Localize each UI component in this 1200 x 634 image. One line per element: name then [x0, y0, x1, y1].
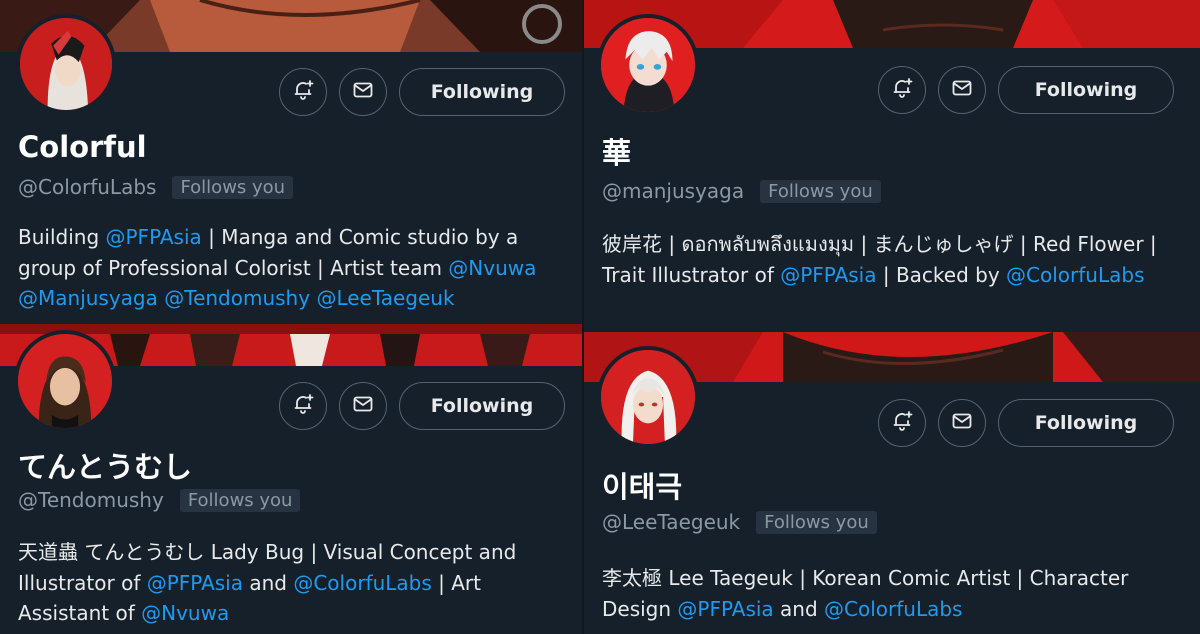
mention-link[interactable]: @PFPAsia: [147, 571, 243, 595]
display-name: Colorful: [18, 130, 147, 164]
profile-card-leetaegeuk: Following 이태극 @LeeTaegeuk Follows you 李太…: [583, 332, 1200, 634]
message-button[interactable]: [938, 66, 986, 114]
follows-you-badge: Follows you: [179, 488, 301, 512]
handle: @ColorfuLabs: [18, 175, 157, 199]
handle-row: @LeeTaegeuk Follows you: [602, 510, 877, 534]
bio: Building @PFPAsia | Manga and Comic stud…: [18, 222, 548, 314]
message-button[interactable]: [938, 399, 986, 447]
profile-card-colorful: Following Colorful @ColorfuLabs Follows …: [0, 0, 583, 324]
handle-row: @ColorfuLabs Follows you: [18, 175, 294, 199]
display-name: 華: [602, 136, 632, 170]
display-name: てんとうむし: [18, 450, 193, 484]
profile-actions: Following: [279, 382, 565, 430]
handle: @manjusyaga: [602, 179, 745, 203]
notify-button[interactable]: [878, 66, 926, 114]
bio: 彼岸花 | ดอกพลับพลึงแมงมุม | まんじゅしゃげ | Red …: [602, 229, 1162, 290]
following-button[interactable]: Following: [998, 399, 1174, 447]
notify-button[interactable]: [279, 68, 327, 116]
follows-you-badge: Follows you: [172, 175, 294, 199]
mention-link[interactable]: @Manjusyaga: [18, 286, 158, 310]
notify-button[interactable]: [878, 399, 926, 447]
avatar[interactable]: [16, 14, 116, 114]
message-button[interactable]: [339, 382, 387, 430]
avatar[interactable]: [597, 346, 699, 448]
following-button[interactable]: Following: [399, 382, 565, 430]
mention-link[interactable]: @Nvuwa: [141, 601, 229, 625]
mention-link[interactable]: @ColorfuLabs: [293, 571, 431, 595]
bio-text: Building: [18, 225, 106, 249]
mention-link[interactable]: @PFPAsia: [780, 263, 876, 287]
bio-text: and: [243, 570, 294, 595]
collage-divider-vertical: [582, 0, 584, 634]
mention-link[interactable]: @ColorfuLabs: [1006, 263, 1144, 287]
mail-icon: [950, 409, 974, 437]
mail-icon: [950, 76, 974, 104]
bio: 天道蟲 てんとうむし Lady Bug | Visual Concept and…: [18, 537, 548, 629]
bio-text: and: [773, 596, 825, 621]
mail-icon: [351, 78, 375, 106]
follows-you-badge: Follows you: [756, 510, 877, 534]
profile-actions: Following: [878, 66, 1174, 114]
follows-you-badge: Follows you: [760, 179, 881, 203]
notify-button[interactable]: [279, 382, 327, 430]
display-name: 이태극: [602, 470, 683, 504]
profile-card-tendomushy: Following てんとうむし @Tendomushy Follows you…: [0, 324, 583, 634]
profile-actions: Following: [279, 68, 565, 116]
following-button[interactable]: Following: [399, 68, 565, 116]
mention-link[interactable]: @Tendomushy: [164, 286, 310, 310]
bio: 李太極 Lee Taegeuk | Korean Comic Artist | …: [602, 563, 1182, 624]
handle: @LeeTaegeuk: [602, 510, 741, 534]
handle: @Tendomushy: [18, 488, 164, 512]
bio-text: | Backed by: [876, 262, 1007, 287]
profile-actions: Following: [878, 399, 1174, 447]
following-button[interactable]: Following: [998, 66, 1174, 114]
message-button[interactable]: [339, 68, 387, 116]
mail-icon: [351, 392, 375, 420]
mention-link[interactable]: @ColorfuLabs: [824, 597, 962, 621]
handle-row: @Tendomushy Follows you: [18, 488, 301, 512]
bell-plus-icon: [890, 409, 914, 437]
mention-link[interactable]: @LeeTaegeuk: [316, 286, 454, 310]
profile-card-manjusyaga: Following 華 @manjusyaga Follows you 彼岸花 …: [583, 0, 1200, 332]
bell-plus-icon: [291, 78, 315, 106]
avatar[interactable]: [14, 330, 116, 432]
bell-plus-icon: [890, 76, 914, 104]
mention-link[interactable]: @PFPAsia: [677, 597, 773, 621]
avatar[interactable]: [597, 14, 699, 116]
mention-link[interactable]: @PFPAsia: [106, 225, 202, 249]
mention-link[interactable]: @Nvuwa: [448, 256, 536, 280]
bell-plus-icon: [291, 392, 315, 420]
handle-row: @manjusyaga Follows you: [602, 179, 881, 203]
